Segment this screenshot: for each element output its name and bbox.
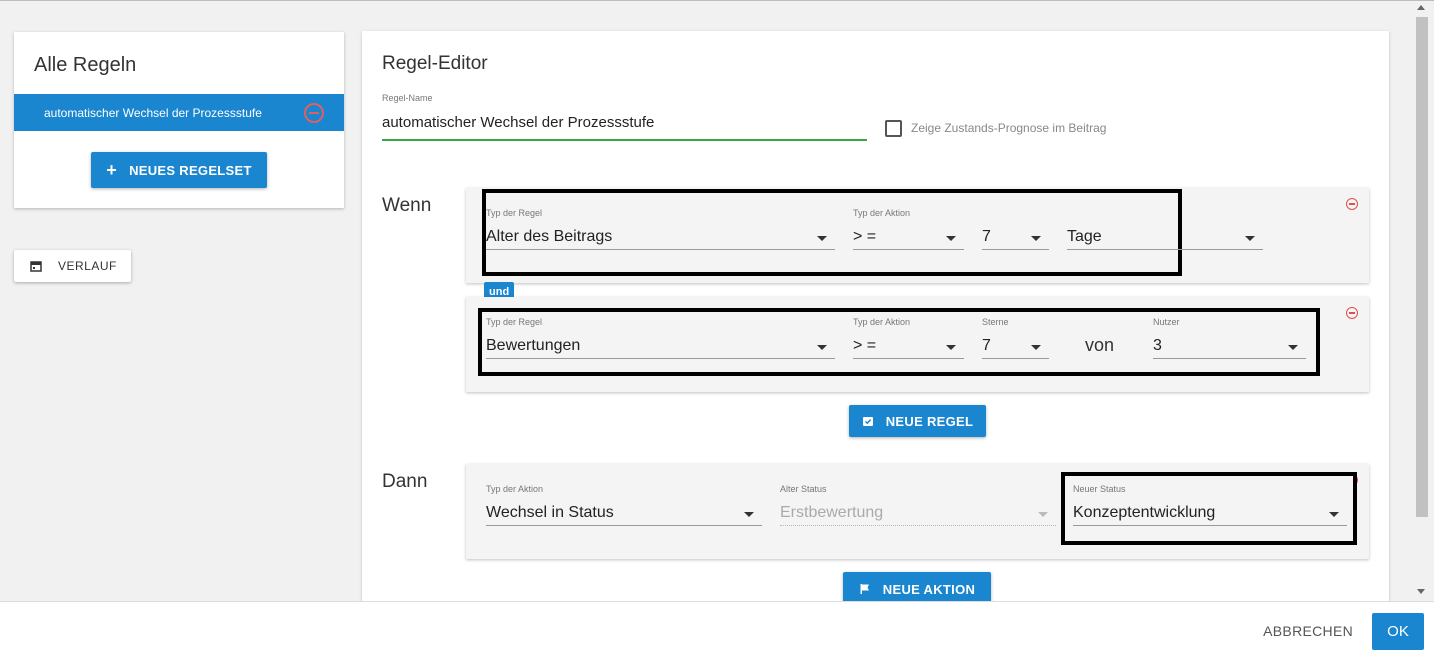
- old-status-label: Alter Status: [780, 484, 827, 494]
- top-divider: [0, 0, 1434, 1]
- remove-circle-icon[interactable]: [1346, 307, 1358, 319]
- dropdown-caret-icon: [744, 512, 754, 517]
- condition-rule-2: Typ der Regel Bewertungen Typ der Aktion…: [466, 297, 1369, 392]
- dropdown-caret-icon: [946, 236, 956, 241]
- users-value: 3: [1153, 337, 1162, 354]
- dropdown-caret-icon: [1245, 236, 1255, 241]
- stars-value: 7: [982, 337, 991, 354]
- dropdown-caret-icon: [1329, 512, 1339, 517]
- history-button[interactable]: VERLAUF: [14, 250, 131, 282]
- dropdown-caret-icon: [946, 345, 956, 350]
- operator-select[interactable]: > =: [853, 333, 964, 359]
- calendar-icon: [30, 261, 42, 272]
- scroll-down-arrow-icon[interactable]: [1417, 589, 1425, 594]
- wenn-section-label: Wenn: [382, 195, 432, 216]
- scroll-up-arrow-icon[interactable]: [1417, 5, 1425, 10]
- scrollbar-thumb[interactable]: [1416, 17, 1428, 517]
- new-status-select[interactable]: Konzeptentwicklung: [1073, 500, 1347, 526]
- cancel-button[interactable]: ABBRECHEN: [1263, 623, 1353, 639]
- dropdown-caret-icon: [817, 236, 827, 241]
- new-status-value: Konzeptentwicklung: [1073, 504, 1216, 521]
- rule-list-item-label: automatischer Wechsel der Prozessstufe: [44, 106, 262, 120]
- new-ruleset-label: NEUES REGELSET: [129, 162, 252, 178]
- new-rule-label: NEUE REGEL: [885, 413, 974, 429]
- flag-icon: [860, 584, 869, 594]
- editor-title: Regel-Editor: [382, 53, 488, 74]
- rules-list-card: Alle Regeln automatischer Wechsel der Pr…: [14, 32, 344, 208]
- unit-value: Tage: [1067, 228, 1102, 245]
- history-label: VERLAUF: [58, 259, 117, 273]
- rule-name-label: Regel-Name: [382, 93, 433, 103]
- action-box: Typ der Aktion Wechsel in Status Alter S…: [466, 464, 1369, 559]
- new-rule-button[interactable]: NEUE REGEL: [849, 405, 986, 437]
- dropdown-caret-icon: [817, 345, 827, 350]
- rule-type-select[interactable]: Bewertungen: [486, 333, 835, 359]
- stars-label: Sterne: [982, 317, 1009, 327]
- users-select[interactable]: 3: [1153, 333, 1306, 359]
- rule-type-select[interactable]: Alter des Beitrags: [486, 224, 835, 250]
- old-status-value: Erstbewertung: [780, 504, 884, 521]
- new-ruleset-button[interactable]: + NEUES REGELSET: [91, 152, 267, 188]
- forecast-checkbox-label: Zeige Zustands-Prognose im Beitrag: [911, 121, 1107, 135]
- forecast-checkbox[interactable]: [885, 120, 902, 137]
- users-label: Nutzer: [1153, 317, 1180, 327]
- condition-rule-1: Typ der Regel Alter des Beitrags Typ der…: [466, 188, 1369, 283]
- dropdown-caret-icon: [1038, 512, 1048, 517]
- action-type-select[interactable]: Wechsel in Status: [486, 500, 762, 526]
- rule-editor-panel: Regel-Editor Regel-Name automatischer We…: [362, 31, 1389, 611]
- action-type-label: Typ der Aktion: [853, 208, 911, 218]
- action-type-label: Typ der Aktion: [853, 317, 911, 327]
- dann-section-label: Dann: [382, 471, 428, 492]
- number-select[interactable]: 7: [982, 224, 1049, 250]
- stars-select[interactable]: 7: [982, 333, 1049, 359]
- remove-circle-icon[interactable]: [304, 103, 324, 123]
- rule-type-label: Typ der Regel: [486, 317, 543, 327]
- rules-list-title: Alle Regeln: [34, 54, 137, 76]
- operator-select[interactable]: > =: [853, 224, 964, 250]
- rule-list-item[interactable]: automatischer Wechsel der Prozessstufe: [14, 94, 344, 131]
- dropdown-caret-icon: [1031, 236, 1041, 241]
- dropdown-caret-icon: [1288, 345, 1298, 350]
- new-status-label: Neuer Status: [1073, 484, 1126, 494]
- dropdown-caret-icon: [1031, 345, 1041, 350]
- unit-select[interactable]: Tage: [1067, 224, 1263, 250]
- operator-value: > =: [853, 337, 877, 354]
- remove-circle-icon[interactable]: [1346, 198, 1358, 210]
- rule-type-value: Alter des Beitrags: [486, 228, 613, 245]
- von-text: von: [1085, 335, 1115, 355]
- plus-icon: +: [106, 159, 118, 180]
- dialog-footer: ABBRECHEN OK: [0, 601, 1434, 651]
- operator-value: > =: [853, 228, 877, 245]
- rule-type-label: Typ der Regel: [486, 208, 543, 218]
- rule-type-value: Bewertungen: [486, 337, 581, 354]
- new-action-label: NEUE AKTION: [882, 581, 976, 597]
- rule-name-input[interactable]: automatischer Wechsel der Prozessstufe: [382, 114, 867, 141]
- action-type-label: Typ der Aktion: [486, 484, 544, 494]
- ok-button[interactable]: OK: [1372, 613, 1424, 650]
- action-type-value: Wechsel in Status: [486, 504, 614, 521]
- number-value: 7: [982, 228, 991, 245]
- add-rule-icon: [862, 417, 873, 426]
- old-status-select: Erstbewertung: [780, 500, 1056, 526]
